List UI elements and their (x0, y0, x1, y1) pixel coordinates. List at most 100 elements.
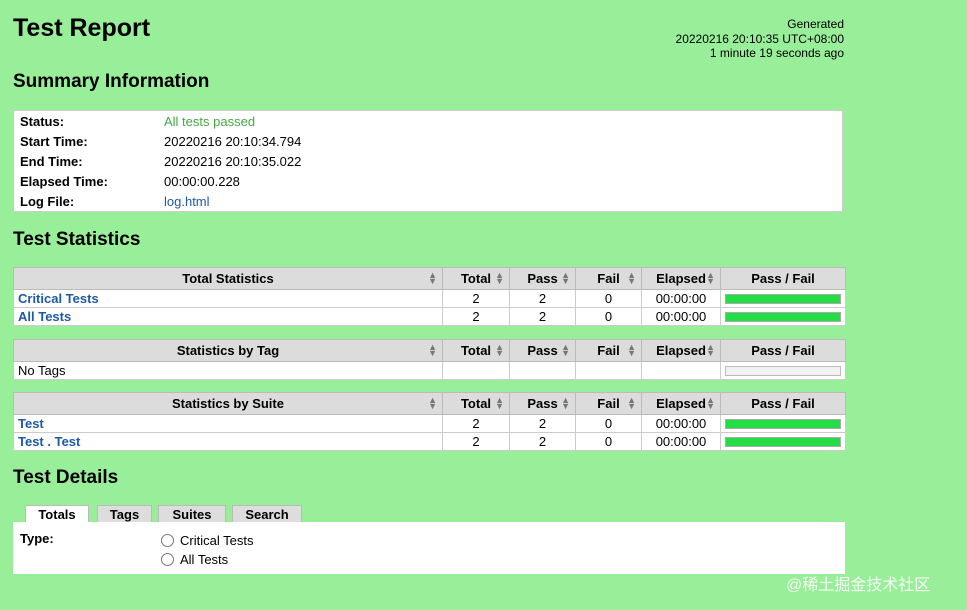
sort-icon: ▲ ▼ (627, 342, 636, 358)
sort-icon: ▲ ▼ (428, 342, 437, 358)
end-time-value: 20220216 20:10:35.022 (164, 154, 302, 169)
status-label: Status: (20, 114, 65, 129)
end-time-label: End Time: (20, 154, 83, 169)
elapsed-column-header[interactable]: Elapsed ▲ ▼ (641, 392, 721, 415)
total-column-header[interactable]: Total ▲ ▼ (442, 267, 510, 290)
summary-table: Status: All tests passed Start Time: 202… (13, 110, 843, 212)
table-row: Critical Tests 2 2 0 00:00:00 (13, 289, 846, 308)
total-cell: 2 (442, 289, 510, 308)
no-tags-label: No Tags (13, 361, 443, 380)
fail-cell: 0 (575, 432, 642, 451)
fail-cell: 0 (575, 414, 642, 433)
pass-column-header[interactable]: Pass ▲ ▼ (509, 339, 576, 362)
elapsed-time-value: 00:00:00.228 (164, 174, 240, 189)
sort-icon: ▲ ▼ (706, 270, 715, 286)
watermark: @稀土掘金技术社区 (786, 577, 931, 594)
page-title: Test Report (13, 14, 151, 42)
tag-statistics-table: Statistics by Tag ▲ ▼ Total ▲ ▼ Pass ▲ ▼ Fail ▲… (13, 339, 846, 380)
elapsed-cell: 00:00:00 (641, 432, 721, 451)
elapsed-time-label: Elapsed Time: (20, 174, 108, 189)
elapsed-cell: 00:00:00 (641, 414, 721, 433)
pass-fail-column-header: Pass / Fail (720, 339, 846, 362)
sort-icon: ▲ ▼ (627, 270, 636, 286)
total-cell: 2 (442, 414, 510, 433)
suite-statistics-header[interactable]: Statistics by Suite ▲ ▼ (13, 392, 443, 415)
fail-column-header[interactable]: Fail ▲ ▼ (575, 339, 642, 362)
total-column-header[interactable]: Total ▲ ▼ (442, 392, 510, 415)
tab-tags[interactable]: Tags (97, 505, 152, 523)
sort-icon: ▲ ▼ (428, 270, 437, 286)
total-cell: 2 (442, 432, 510, 451)
total-column-header[interactable]: Total ▲ ▼ (442, 339, 510, 362)
fail-column-header[interactable]: Fail ▲ ▼ (575, 392, 642, 415)
elapsed-cell: 00:00:00 (641, 289, 721, 308)
elapsed-cell: 00:00:00 (641, 307, 721, 326)
all-tests-link[interactable]: All Tests (18, 309, 71, 324)
fail-cell: 0 (575, 289, 642, 308)
sort-icon: ▲ ▼ (561, 342, 570, 358)
generated-time: 20220216 20:10:35 UTC+08:00 (675, 31, 844, 46)
pass-cell (509, 361, 576, 380)
summary-heading: Summary Information (13, 71, 210, 92)
elapsed-cell (641, 361, 721, 380)
radio-button[interactable] (161, 534, 174, 547)
details-heading: Test Details (13, 467, 119, 488)
start-time-value: 20220216 20:10:34.794 (164, 134, 302, 149)
suite-test-link[interactable]: Test (18, 416, 44, 431)
total-statistics-table: Total Statistics ▲ ▼ Total ▲ ▼ Pass ▲ ▼ Fail ▲ ▼… (13, 267, 846, 326)
all-tests-option-label: All Tests (180, 552, 229, 567)
generated-ago: 1 minute 19 seconds ago (709, 46, 844, 60)
pass-fail-bar (725, 293, 841, 304)
radio-button[interactable] (161, 553, 174, 566)
status-value: All tests passed (164, 114, 256, 129)
start-time-label: Start Time: (20, 134, 88, 149)
tag-statistics-header[interactable]: Statistics by Tag ▲ ▼ (13, 339, 443, 362)
suite-test-test-link[interactable]: Test . Test (18, 434, 80, 449)
pass-fail-bar (725, 418, 841, 429)
sort-icon: ▲ ▼ (561, 395, 570, 411)
fail-cell: 0 (575, 307, 642, 326)
elapsed-column-header[interactable]: Elapsed ▲ ▼ (641, 339, 721, 362)
fail-column-header[interactable]: Fail ▲ ▼ (575, 267, 642, 290)
elapsed-column-header[interactable]: Elapsed ▲ ▼ (641, 267, 721, 290)
pass-column-header[interactable]: Pass ▲ ▼ (509, 392, 576, 415)
generated-label: Generated (787, 17, 844, 31)
sort-icon: ▲ ▼ (627, 395, 636, 411)
pass-cell: 2 (509, 307, 576, 326)
pass-cell: 2 (509, 289, 576, 308)
table-row: All Tests 2 2 0 00:00:00 (13, 307, 846, 326)
all-tests-option[interactable]: All Tests (161, 551, 228, 569)
sort-icon: ▲ ▼ (495, 342, 504, 358)
pass-fail-bar-empty (725, 365, 841, 376)
total-statistics-header[interactable]: Total Statistics ▲ ▼ (13, 267, 443, 290)
details-panel: Type: Critical Tests All Tests (13, 522, 845, 574)
table-row: Test . Test 2 2 0 00:00:00 (13, 432, 846, 451)
table-row: Test 2 2 0 00:00:00 (13, 414, 846, 433)
sort-icon: ▲ ▼ (706, 342, 715, 358)
fail-cell (575, 361, 642, 380)
pass-fail-column-header: Pass / Fail (720, 392, 846, 415)
critical-tests-option[interactable]: Critical Tests (161, 532, 253, 550)
suite-statistics-table: Statistics by Suite ▲ ▼ Total ▲ ▼ Pass ▲ ▼ Fai… (13, 392, 846, 451)
table-row: No Tags (13, 361, 846, 380)
type-label: Type: (20, 531, 54, 546)
critical-tests-option-label: Critical Tests (180, 533, 254, 548)
tab-suites[interactable]: Suites (158, 505, 226, 523)
critical-tests-link[interactable]: Critical Tests (18, 291, 99, 306)
pass-cell: 2 (509, 414, 576, 433)
total-cell: 2 (442, 307, 510, 326)
generated-info: Generated 20220216 20:10:35 UTC+08:00 1 … (600, 17, 844, 61)
tab-search[interactable]: Search (232, 505, 302, 523)
log-file-link[interactable]: log.html (164, 194, 210, 209)
pass-fail-column-header: Pass / Fail (720, 267, 846, 290)
pass-fail-bar (725, 436, 841, 447)
pass-cell: 2 (509, 432, 576, 451)
pass-column-header[interactable]: Pass ▲ ▼ (509, 267, 576, 290)
statistics-heading: Test Statistics (13, 229, 141, 250)
total-cell (442, 361, 510, 380)
log-file-label: Log File: (20, 194, 75, 209)
sort-icon: ▲ ▼ (561, 270, 570, 286)
sort-icon: ▲ ▼ (706, 395, 715, 411)
sort-icon: ▲ ▼ (495, 395, 504, 411)
sort-icon: ▲ ▼ (495, 270, 504, 286)
